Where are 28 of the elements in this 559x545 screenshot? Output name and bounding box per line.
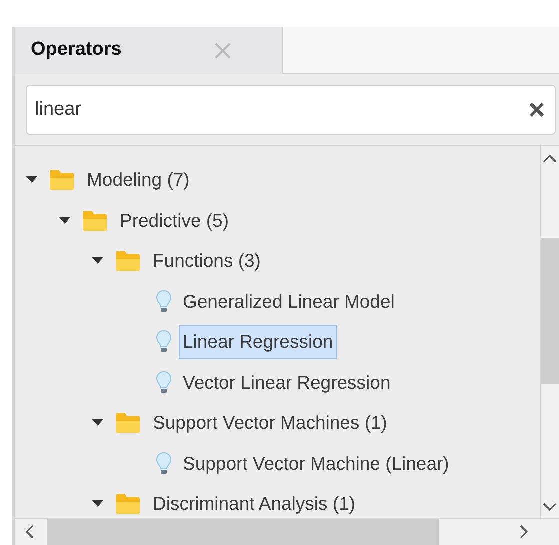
folder-icon (115, 493, 141, 516)
scroll-down-icon[interactable] (543, 502, 557, 512)
lightbulb-icon (156, 452, 172, 476)
lightbulb-icon (156, 330, 172, 354)
folder-label[interactable]: Functions (3) (149, 244, 265, 278)
scrollbar-thumb[interactable] (540, 238, 559, 384)
folder-icon (115, 412, 141, 434)
folder-label[interactable]: Support Vector Machines (1) (149, 406, 392, 440)
search-input[interactable]: linear (33, 94, 529, 126)
operator-item[interactable]: Linear Regression (179, 325, 338, 360)
lightbulb-icon (156, 290, 172, 314)
lightbulb-icon (156, 370, 172, 395)
folder-icon (82, 210, 108, 232)
folder-label[interactable]: Discriminant Analysis (1) (149, 487, 360, 518)
scrollbar-thumb[interactable] (47, 518, 439, 545)
panel-tab[interactable]: Operators (15, 27, 283, 74)
operator-item[interactable]: Generalized Linear Model (179, 284, 399, 319)
operator-item[interactable]: Support Vector Machine (Linear) (179, 446, 454, 481)
scroll-left-icon[interactable] (25, 525, 35, 539)
folder-label[interactable]: Predictive (5) (116, 204, 233, 238)
scroll-up-icon[interactable] (543, 154, 557, 164)
folder-label[interactable]: Modeling (7) (83, 163, 194, 198)
operator-item[interactable]: Vector Linear Regression (179, 366, 395, 400)
folder-icon (115, 250, 141, 272)
folder-icon (49, 169, 75, 192)
scroll-right-icon[interactable] (519, 525, 529, 539)
search-field[interactable]: linear (26, 85, 556, 135)
clear-icon[interactable] (529, 102, 545, 118)
